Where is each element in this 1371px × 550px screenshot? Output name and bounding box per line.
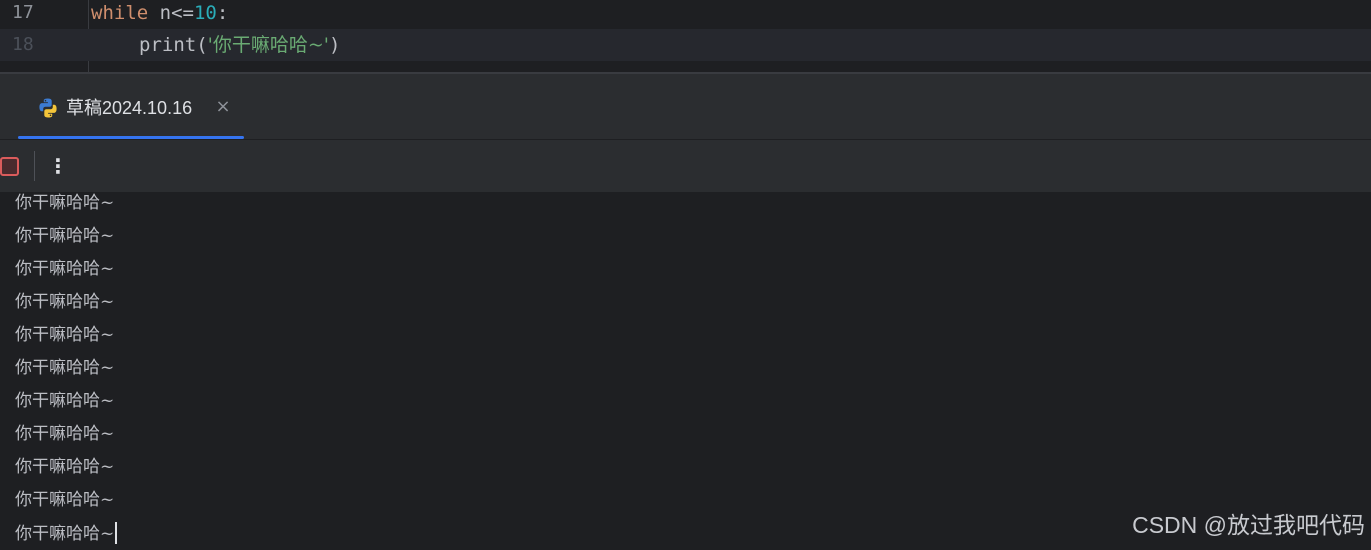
- toolbar-separator: [34, 151, 35, 181]
- code-text[interactable]: print('你干嘛哈哈~'): [139, 29, 340, 61]
- output-line-last: 你干嘛哈哈~: [15, 522, 118, 550]
- output-line: 你干嘛哈哈~: [15, 259, 115, 279]
- keyword-token: while: [91, 2, 149, 24]
- function-token: print: [139, 34, 197, 56]
- code-line-current[interactable]: 18 print('你干嘛哈哈~'): [0, 29, 1371, 61]
- string-token: '你干嘛哈哈~': [207, 34, 330, 56]
- more-options-icon[interactable]: ⋮: [48, 152, 68, 180]
- code-line[interactable]: 17 while n<=10:: [0, 0, 1371, 29]
- stop-icon[interactable]: [0, 157, 19, 176]
- run-tab-label: 草稿2024.10.16: [66, 98, 193, 118]
- console-output[interactable]: 你干嘛哈哈~ 你干嘛哈哈~ 你干嘛哈哈~ 你干嘛哈哈~ 你干嘛哈哈~ 你干嘛哈哈…: [0, 192, 1371, 550]
- python-icon: [39, 98, 57, 118]
- line-number: 17: [12, 2, 34, 23]
- output-line: 你干嘛哈哈~: [15, 193, 115, 213]
- number-token: 10: [193, 2, 217, 24]
- operator-token: n<=: [148, 2, 194, 24]
- output-line: 你干嘛哈哈~: [15, 226, 115, 246]
- code-editor[interactable]: 17 while n<=10: 18 print('你干嘛哈哈~'): [0, 0, 1371, 72]
- output-line-text: 你干嘛哈哈~: [15, 524, 115, 544]
- output-line: 你干嘛哈哈~: [15, 325, 115, 345]
- output-line: 你干嘛哈哈~: [15, 424, 115, 444]
- output-line: 你干嘛哈哈~: [15, 358, 115, 378]
- output-line: 你干嘛哈哈~: [15, 457, 115, 477]
- output-line: 你干嘛哈哈~: [15, 490, 115, 510]
- text-caret: [115, 522, 118, 544]
- output-line: 你干嘛哈哈~: [15, 292, 115, 312]
- run-tab[interactable]: 草稿2024.10.16 ×: [18, 74, 244, 139]
- output-line: 你干嘛哈哈~: [15, 391, 115, 411]
- line-number: 18: [12, 34, 34, 55]
- run-tab-bar: 草稿2024.10.16 ×: [0, 74, 1371, 139]
- code-text[interactable]: while n<=10:: [91, 0, 228, 29]
- console-toolbar: ⋮: [0, 140, 1371, 192]
- paren-open-token: (: [196, 34, 208, 56]
- close-icon[interactable]: ×: [214, 95, 232, 119]
- punctuation-token: :: [216, 2, 229, 24]
- watermark: CSDN @放过我吧代码: [1132, 512, 1365, 538]
- paren-close-token: ): [329, 34, 341, 56]
